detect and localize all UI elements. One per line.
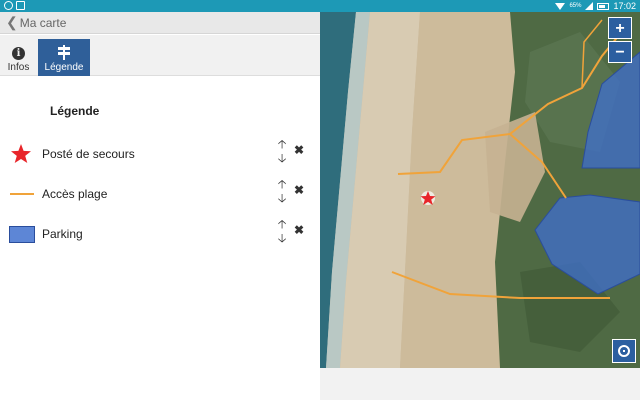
locate-button[interactable] [612,339,636,363]
tab-legende[interactable]: Légende [38,39,90,76]
zoom-in-button[interactable]: + [608,17,632,39]
tab-infos[interactable]: i Infos [2,39,35,76]
legend-item-poste-de-secours: Posté de secours 🡡 🡣 ✖ [0,138,320,170]
status-bar: 65% 17:02 [0,0,640,12]
legend-item-parking: Parking 🡡 🡣 ✖ [0,218,320,250]
legend-title: Légende [50,104,100,118]
info-icon: i [12,47,25,60]
zoom-out-button[interactable]: − [608,41,632,63]
move-up-icon[interactable]: 🡡 [276,138,288,150]
tab-bar: i Infos Légende [0,35,320,76]
legend-item-label: Accès plage [42,187,108,201]
chevron-left-icon: ❮ [6,14,18,30]
tab-infos-label: Infos [7,62,30,73]
back-label: Ma carte [19,15,67,30]
move-down-icon[interactable]: 🡣 [276,232,288,244]
back-button[interactable]: ❮ Ma carte [0,12,320,34]
map-view[interactable]: + − [320,12,640,368]
move-up-icon[interactable]: 🡡 [276,178,288,190]
tab-legende-label: Légende [44,62,84,73]
map-footer [320,368,640,400]
blue-polygon-icon [8,224,36,244]
status-time: 17:02 [613,1,636,11]
legend-panel: ❮ Ma carte i Infos Légende Légende Posté… [0,12,320,400]
image-notification-icon [16,1,25,10]
signpost-icon [58,45,70,60]
battery-percent: 65% [569,3,582,9]
move-up-icon[interactable]: 🡡 [276,218,288,230]
satellite-map [320,12,640,368]
legend-item-label: Parking [42,227,83,241]
wifi-icon [555,2,566,10]
delete-icon[interactable]: ✖ [293,144,305,156]
move-down-icon[interactable]: 🡣 [276,152,288,164]
legend-item-label: Posté de secours [42,147,135,161]
move-down-icon[interactable]: 🡣 [276,192,288,204]
locate-dot [623,350,625,352]
legend-item-acces-plage: Accès plage 🡡 🡣 ✖ [0,178,320,210]
app-notification-icon [4,1,13,10]
signal-icon [585,2,594,10]
delete-icon[interactable]: ✖ [293,184,305,196]
red-star-icon [8,144,36,164]
battery-icon [597,2,610,10]
orange-line-icon [8,184,36,204]
delete-icon[interactable]: ✖ [293,224,305,236]
